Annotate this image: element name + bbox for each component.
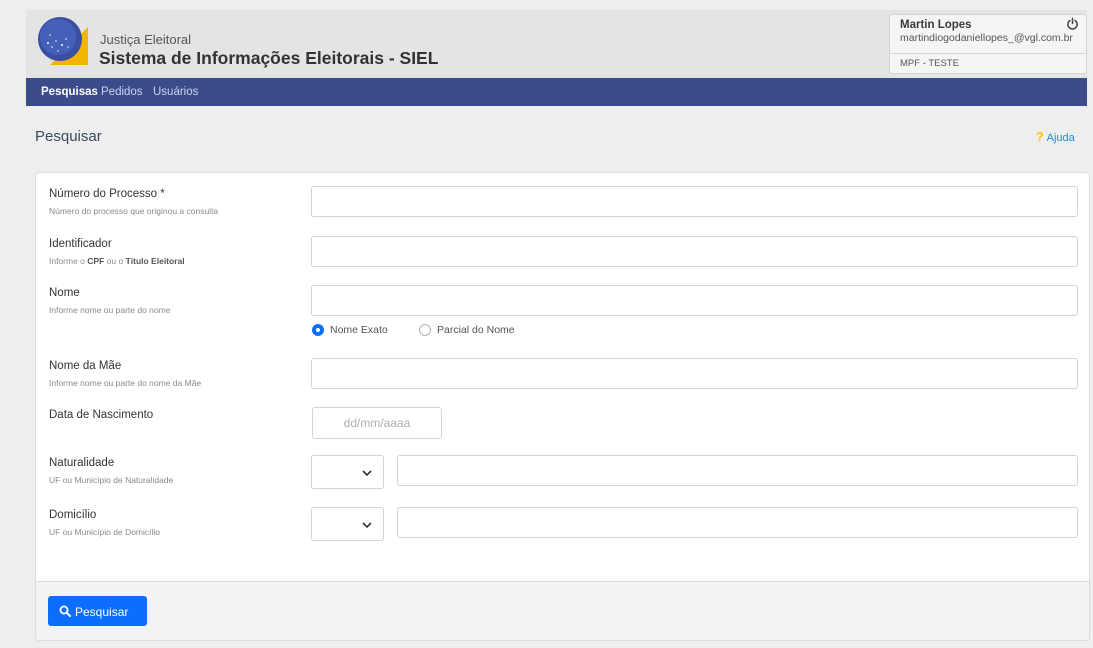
naturalidade-label: Naturalidade: [49, 457, 115, 469]
power-icon[interactable]: [1066, 17, 1079, 31]
parcial-nome-radio[interactable]: [419, 324, 431, 336]
domicilio-municipio-input[interactable]: [397, 507, 1078, 538]
user-name: Martin Lopes: [900, 19, 972, 31]
user-organization: MPF - TESTE: [900, 58, 959, 69]
nome-exato-radio[interactable]: [312, 324, 324, 336]
nome-mae-label: Nome da Mãe: [49, 360, 122, 372]
processo-input[interactable]: [311, 186, 1078, 217]
identificador-hint: Informe o CPF ou o Título Eleitoral: [49, 256, 185, 266]
parcial-nome-label[interactable]: Parcial do Nome: [437, 324, 515, 336]
search-icon: [59, 605, 71, 617]
naturalidade-hint: UF ou Município de Naturalidade: [49, 475, 174, 485]
user-email: martindiogodaniellopes_@vgl.com.br: [900, 32, 1073, 44]
pesquisar-button[interactable]: Pesquisar: [48, 596, 147, 626]
nav-item-usuarios[interactable]: Usuários: [153, 86, 198, 98]
nome-hint: Informe nome ou parte do nome: [49, 305, 171, 315]
domicilio-label: Domicílio: [49, 509, 97, 521]
pesquisar-label: Pesquisar: [75, 605, 129, 619]
user-panel: Martin Lopes martindiogodaniellopes_@vgl…: [889, 14, 1087, 74]
processo-label: Número do Processo *: [49, 188, 165, 200]
domicilio-hint: UF ou Município de Domicílio: [49, 527, 161, 537]
naturalidade-uf-select[interactable]: [311, 455, 384, 489]
logo-icon: [38, 17, 88, 65]
page-title: Pesquisar: [35, 128, 102, 145]
brand-subtitle: Justiça Eleitoral: [100, 32, 192, 47]
nav-item-pesquisas[interactable]: Pesquisas: [41, 86, 98, 98]
nome-input[interactable]: [311, 285, 1078, 316]
help-label: Ajuda: [1046, 132, 1075, 144]
nascimento-label: Data de Nascimento: [49, 409, 154, 421]
nome-label: Nome: [49, 287, 80, 299]
nascimento-input[interactable]: dd/mm/aaaa: [312, 407, 442, 439]
nome-mae-input[interactable]: [311, 358, 1078, 389]
search-form-card: Número do Processo * Número do processo …: [35, 172, 1090, 641]
help-link[interactable]: ? Ajuda: [1036, 130, 1075, 144]
nome-exato-label[interactable]: Nome Exato: [330, 324, 388, 336]
nav-item-pedidos[interactable]: Pedidos: [101, 86, 143, 98]
domicilio-uf-select[interactable]: [311, 507, 384, 541]
nome-mae-hint: Informe nome ou parte do nome da Mãe: [49, 378, 202, 388]
identificador-label: Identificador: [49, 238, 112, 250]
form-footer: [36, 581, 1089, 640]
identificador-input[interactable]: [311, 236, 1078, 267]
app-header: Justiça Eleitoral Sistema de Informações…: [26, 10, 1087, 78]
main-nav: Pesquisas Pedidos Usuários: [26, 78, 1087, 106]
processo-hint: Número do processo que originou a consul…: [49, 206, 219, 216]
chevron-down-icon: [362, 522, 372, 529]
app-title: Sistema de Informações Eleitorais - SIEL: [99, 48, 439, 68]
naturalidade-municipio-input[interactable]: [397, 455, 1078, 486]
help-icon: ?: [1036, 130, 1044, 144]
chevron-down-icon: [362, 470, 372, 477]
divider: [890, 53, 1086, 54]
